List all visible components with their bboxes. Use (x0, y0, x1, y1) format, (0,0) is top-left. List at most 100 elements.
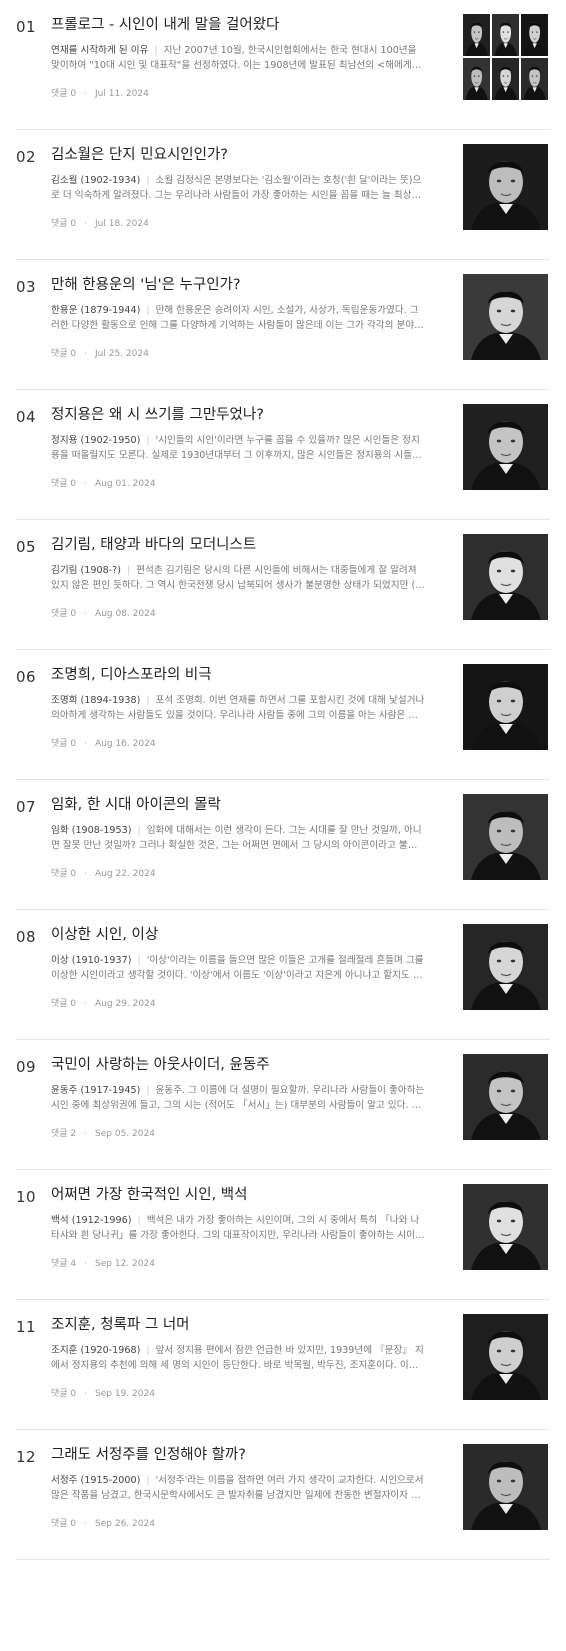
post-excerpt: 김기림 (1908-?) | 편석촌 김기림은 당시의 다른 시인들에 비해서는 대… (51, 563, 426, 593)
comment-count[interactable]: 댓글 0 (51, 479, 76, 489)
post-thumbnail[interactable] (463, 534, 548, 620)
post-subject: 정지용 (1902-1950) (51, 435, 141, 446)
post-thumbnail[interactable] (463, 794, 548, 880)
post-meta: 댓글 0 · Aug 16. 2024 (51, 736, 426, 749)
post-title[interactable]: 이상한 시인, 이상 (51, 924, 426, 946)
post-thumbnail[interactable] (463, 14, 548, 100)
post-date: Aug 29. 2024 (95, 999, 156, 1009)
post-subject: 윤동주 (1917-1945) (51, 1085, 141, 1096)
post-subject: 연재를 시작하게 된 이유 (51, 45, 149, 56)
post-thumbnail[interactable] (463, 144, 548, 230)
post-title[interactable]: 김기림, 태양과 바다의 모더니스트 (51, 534, 426, 556)
post-content: 프롤로그 - 시인이 내게 말을 걸어왔다 연재를 시작하게 된 이유 | 지난 20… (51, 14, 426, 99)
post-title[interactable]: 어쩌면 가장 한국적인 시인, 백석 (51, 1184, 426, 1206)
post-content: 정지용은 왜 시 쓰기를 그만두었나? 정지용 (1902-1950) | '시인들의… (51, 404, 426, 489)
list-item[interactable]: 06 조명희, 디아스포라의 비극 조명희 (1894-1938) | 포석 조명희. … (16, 650, 550, 780)
post-content: 조지훈, 청록파 그 너머 조지훈 (1920-1968) | 앞서 정지용 편에서 … (51, 1314, 426, 1399)
post-thumbnail[interactable] (463, 1184, 548, 1270)
post-meta: 댓글 0 · Aug 22. 2024 (51, 866, 426, 879)
list-item[interactable]: 05 김기림, 태양과 바다의 모더니스트 김기림 (1908-?) | 편석촌 김기림… (16, 520, 550, 650)
post-number: 03 (16, 278, 37, 296)
comment-count[interactable]: 댓글 0 (51, 219, 76, 229)
post-excerpt: 백석 (1912-1996) | 백석은 내가 가장 좋아하는 시인이며, 그의 시… (51, 1213, 426, 1243)
post-date: Aug 16. 2024 (95, 739, 156, 749)
meta-separator: · (84, 219, 88, 229)
meta-separator: · (84, 1389, 88, 1399)
post-title[interactable]: 임화, 한 시대 아이콘의 몰락 (51, 794, 426, 816)
post-thumbnail[interactable] (463, 404, 548, 490)
post-thumbnail[interactable] (463, 1314, 548, 1400)
divider: | (146, 695, 150, 706)
comment-count[interactable]: 댓글 0 (51, 999, 76, 1009)
comment-count[interactable]: 댓글 0 (51, 609, 76, 619)
list-item[interactable]: 03 만해 한용운의 '님'은 누구인가? 한용운 (1879-1944) | 만해 한… (16, 260, 550, 390)
post-number: 12 (16, 1448, 37, 1466)
post-thumbnail[interactable] (463, 1444, 548, 1530)
post-number: 06 (16, 668, 37, 686)
post-excerpt: 연재를 시작하게 된 이유 | 지난 2007년 10월, 한국시인협회에서는 한국… (51, 43, 426, 73)
comment-count[interactable]: 댓글 2 (51, 1129, 76, 1139)
post-title[interactable]: 프롤로그 - 시인이 내게 말을 걸어왔다 (51, 14, 426, 36)
comment-count[interactable]: 댓글 0 (51, 739, 76, 749)
post-thumbnail[interactable] (463, 1054, 548, 1140)
comment-count[interactable]: 댓글 0 (51, 1519, 76, 1529)
divider: | (146, 1085, 150, 1096)
list-item[interactable]: 09 국민이 사랑하는 아웃사이더, 윤동주 윤동주 (1917-1945) | 윤동주… (16, 1040, 550, 1170)
list-item[interactable]: 11 조지훈, 청록파 그 너머 조지훈 (1920-1968) | 앞서 정지용 편에… (16, 1300, 550, 1430)
post-excerpt: 윤동주 (1917-1945) | 윤동주. 그 이름에 더 설명이 필요할까. 우… (51, 1083, 426, 1113)
post-meta: 댓글 0 · Aug 01. 2024 (51, 476, 426, 489)
post-meta: 댓글 0 · Sep 19. 2024 (51, 1386, 426, 1399)
post-content: 임화, 한 시대 아이콘의 몰락 임화 (1908-1953) | 임화에 대해서는 … (51, 794, 426, 879)
post-excerpt: 이상 (1910-1937) | '이상'이라는 이름을 들으면 많은 이들은 고개… (51, 953, 426, 983)
post-content: 김기림, 태양과 바다의 모더니스트김기림 (1908-?) | 편석촌 김기림은 … (51, 534, 426, 619)
post-number: 10 (16, 1188, 37, 1206)
post-subject: 김소월 (1902-1934) (51, 175, 141, 186)
comment-count[interactable]: 댓글 0 (51, 869, 76, 879)
list-item[interactable]: 08 이상한 시인, 이상이상 (1910-1937) | '이상'이라는 이름을 들… (16, 910, 550, 1040)
post-subject: 조지훈 (1920-1968) (51, 1345, 141, 1356)
meta-separator: · (84, 479, 88, 489)
divider: | (137, 825, 141, 836)
post-content: 김소월은 단지 민요시인인가? 김소월 (1902-1934) | 소월 김정식은 본… (51, 144, 426, 229)
post-title[interactable]: 국민이 사랑하는 아웃사이더, 윤동주 (51, 1054, 426, 1076)
list-item[interactable]: 01 프롤로그 - 시인이 내게 말을 걸어왔다 연재를 시작하게 된 이유 | 지난 … (16, 0, 550, 130)
post-title[interactable]: 그래도 서정주를 인정해야 할까? (51, 1444, 426, 1466)
post-date: Sep 12. 2024 (95, 1259, 155, 1269)
meta-separator: · (84, 739, 88, 749)
post-title[interactable]: 조명희, 디아스포라의 비극 (51, 664, 426, 686)
post-thumbnail[interactable] (463, 274, 548, 360)
post-title[interactable]: 조지훈, 청록파 그 너머 (51, 1314, 426, 1336)
list-item[interactable]: 10 어쩌면 가장 한국적인 시인, 백석백석 (1912-1996) | 백석은 내… (16, 1170, 550, 1300)
post-number: 01 (16, 18, 37, 36)
list-item[interactable]: 07 임화, 한 시대 아이콘의 몰락 임화 (1908-1953) | 임화에 대해서… (16, 780, 550, 910)
post-title[interactable]: 정지용은 왜 시 쓰기를 그만두었나? (51, 404, 426, 426)
divider: | (154, 45, 158, 56)
divider: | (146, 175, 150, 186)
meta-separator: · (84, 89, 88, 99)
post-number: 07 (16, 798, 37, 816)
divider: | (126, 565, 131, 576)
post-date: Aug 22. 2024 (95, 869, 156, 879)
divider: | (146, 1345, 150, 1356)
post-title[interactable]: 김소월은 단지 민요시인인가? (51, 144, 426, 166)
post-list: 01 프롤로그 - 시인이 내게 말을 걸어왔다 연재를 시작하게 된 이유 | 지난 … (0, 0, 566, 1560)
post-title[interactable]: 만해 한용운의 '님'은 누구인가? (51, 274, 426, 296)
divider: | (146, 1475, 150, 1486)
comment-count[interactable]: 댓글 0 (51, 349, 76, 359)
post-number: 08 (16, 928, 37, 946)
post-date: Sep 19. 2024 (95, 1389, 155, 1399)
comment-count[interactable]: 댓글 0 (51, 89, 76, 99)
list-item[interactable]: 02 김소월은 단지 민요시인인가? 김소월 (1902-1934) | 소월 김정식은… (16, 130, 550, 260)
comment-count[interactable]: 댓글 4 (51, 1259, 76, 1269)
comment-count[interactable]: 댓글 0 (51, 1389, 76, 1399)
list-item[interactable]: 12 그래도 서정주를 인정해야 할까? 서정주 (1915-2000) | '서정주'… (16, 1430, 550, 1560)
post-content: 국민이 사랑하는 아웃사이더, 윤동주 윤동주 (1917-1945) | 윤동주. … (51, 1054, 426, 1139)
post-thumbnail[interactable] (463, 664, 548, 750)
post-thumbnail[interactable] (463, 924, 548, 1010)
post-subject: 한용운 (1879-1944) (51, 305, 141, 316)
post-content: 그래도 서정주를 인정해야 할까? 서정주 (1915-2000) | '서정주'라는… (51, 1444, 426, 1529)
post-meta: 댓글 0 · Sep 26. 2024 (51, 1516, 426, 1529)
post-meta: 댓글 0 · Jul 25. 2024 (51, 346, 426, 359)
list-item[interactable]: 04 정지용은 왜 시 쓰기를 그만두었나? 정지용 (1902-1950) | '시인… (16, 390, 550, 520)
post-meta: 댓글 0 · Jul 18. 2024 (51, 216, 426, 229)
